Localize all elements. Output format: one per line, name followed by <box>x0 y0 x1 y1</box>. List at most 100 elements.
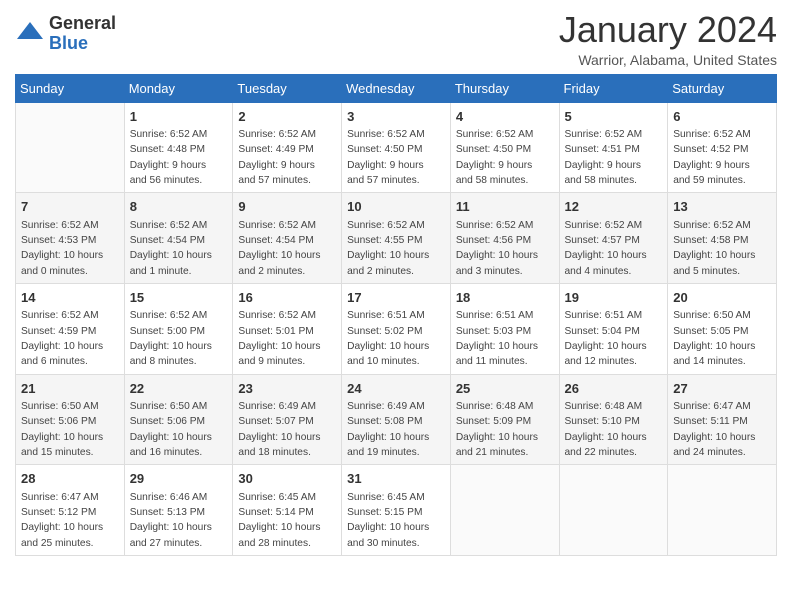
logo-blue: Blue <box>49 34 116 54</box>
day-info: Sunrise: 6:52 AMSunset: 5:01 PMDaylight:… <box>238 308 336 369</box>
day-number: 25 <box>456 379 554 399</box>
calendar-cell: 23Sunrise: 6:49 AMSunset: 5:07 PMDayligh… <box>233 374 342 465</box>
day-number: 24 <box>347 379 445 399</box>
header-monday: Monday <box>124 74 233 102</box>
day-info: Sunrise: 6:47 AMSunset: 5:12 PMDaylight:… <box>21 490 119 551</box>
calendar-cell: 30Sunrise: 6:45 AMSunset: 5:14 PMDayligh… <box>233 465 342 556</box>
day-info: Sunrise: 6:52 AMSunset: 4:55 PMDaylight:… <box>347 218 445 279</box>
calendar-cell <box>450 465 559 556</box>
day-info: Sunrise: 6:46 AMSunset: 5:13 PMDaylight:… <box>130 490 228 551</box>
page-header: General Blue January 2024 Warrior, Alaba… <box>15 10 777 68</box>
day-number: 10 <box>347 197 445 217</box>
week-row: 28Sunrise: 6:47 AMSunset: 5:12 PMDayligh… <box>16 465 777 556</box>
day-info: Sunrise: 6:52 AMSunset: 4:51 PMDaylight:… <box>565 127 663 188</box>
day-number: 6 <box>673 107 771 127</box>
day-info: Sunrise: 6:48 AMSunset: 5:09 PMDaylight:… <box>456 399 554 460</box>
day-number: 28 <box>21 469 119 489</box>
day-info: Sunrise: 6:45 AMSunset: 5:14 PMDaylight:… <box>238 490 336 551</box>
calendar-cell: 2Sunrise: 6:52 AMSunset: 4:49 PMDaylight… <box>233 102 342 193</box>
calendar-cell: 6Sunrise: 6:52 AMSunset: 4:52 PMDaylight… <box>668 102 777 193</box>
calendar-cell: 10Sunrise: 6:52 AMSunset: 4:55 PMDayligh… <box>342 193 451 284</box>
calendar-cell: 19Sunrise: 6:51 AMSunset: 5:04 PMDayligh… <box>559 283 668 374</box>
logo-general: General <box>49 14 116 34</box>
day-number: 31 <box>347 469 445 489</box>
day-info: Sunrise: 6:52 AMSunset: 4:50 PMDaylight:… <box>456 127 554 188</box>
header-friday: Friday <box>559 74 668 102</box>
day-number: 22 <box>130 379 228 399</box>
day-info: Sunrise: 6:51 AMSunset: 5:02 PMDaylight:… <box>347 308 445 369</box>
logo-icon <box>15 19 45 49</box>
calendar-cell: 18Sunrise: 6:51 AMSunset: 5:03 PMDayligh… <box>450 283 559 374</box>
day-info: Sunrise: 6:52 AMSunset: 5:00 PMDaylight:… <box>130 308 228 369</box>
calendar-cell <box>16 102 125 193</box>
day-number: 23 <box>238 379 336 399</box>
day-info: Sunrise: 6:50 AMSunset: 5:06 PMDaylight:… <box>21 399 119 460</box>
day-info: Sunrise: 6:52 AMSunset: 4:48 PMDaylight:… <box>130 127 228 188</box>
day-info: Sunrise: 6:52 AMSunset: 4:50 PMDaylight:… <box>347 127 445 188</box>
calendar-cell: 21Sunrise: 6:50 AMSunset: 5:06 PMDayligh… <box>16 374 125 465</box>
day-number: 14 <box>21 288 119 308</box>
day-number: 27 <box>673 379 771 399</box>
day-info: Sunrise: 6:52 AMSunset: 4:58 PMDaylight:… <box>673 218 771 279</box>
week-row: 1Sunrise: 6:52 AMSunset: 4:48 PMDaylight… <box>16 102 777 193</box>
week-row: 7Sunrise: 6:52 AMSunset: 4:53 PMDaylight… <box>16 193 777 284</box>
day-info: Sunrise: 6:45 AMSunset: 5:15 PMDaylight:… <box>347 490 445 551</box>
day-number: 16 <box>238 288 336 308</box>
day-info: Sunrise: 6:52 AMSunset: 4:54 PMDaylight:… <box>130 218 228 279</box>
day-info: Sunrise: 6:52 AMSunset: 4:52 PMDaylight:… <box>673 127 771 188</box>
day-number: 18 <box>456 288 554 308</box>
day-info: Sunrise: 6:51 AMSunset: 5:04 PMDaylight:… <box>565 308 663 369</box>
day-number: 3 <box>347 107 445 127</box>
day-info: Sunrise: 6:51 AMSunset: 5:03 PMDaylight:… <box>456 308 554 369</box>
day-info: Sunrise: 6:48 AMSunset: 5:10 PMDaylight:… <box>565 399 663 460</box>
month-title: January 2024 <box>559 10 777 50</box>
day-number: 2 <box>238 107 336 127</box>
calendar-cell: 14Sunrise: 6:52 AMSunset: 4:59 PMDayligh… <box>16 283 125 374</box>
calendar-cell: 29Sunrise: 6:46 AMSunset: 5:13 PMDayligh… <box>124 465 233 556</box>
header-tuesday: Tuesday <box>233 74 342 102</box>
logo: General Blue <box>15 14 116 54</box>
day-info: Sunrise: 6:50 AMSunset: 5:05 PMDaylight:… <box>673 308 771 369</box>
header-sunday: Sunday <box>16 74 125 102</box>
calendar-cell: 24Sunrise: 6:49 AMSunset: 5:08 PMDayligh… <box>342 374 451 465</box>
day-number: 7 <box>21 197 119 217</box>
day-info: Sunrise: 6:52 AMSunset: 4:49 PMDaylight:… <box>238 127 336 188</box>
day-number: 12 <box>565 197 663 217</box>
calendar-cell: 16Sunrise: 6:52 AMSunset: 5:01 PMDayligh… <box>233 283 342 374</box>
day-number: 21 <box>21 379 119 399</box>
day-number: 1 <box>130 107 228 127</box>
header-thursday: Thursday <box>450 74 559 102</box>
day-number: 11 <box>456 197 554 217</box>
header-wednesday: Wednesday <box>342 74 451 102</box>
day-number: 5 <box>565 107 663 127</box>
day-number: 8 <box>130 197 228 217</box>
logo-text: General Blue <box>49 14 116 54</box>
calendar-cell: 26Sunrise: 6:48 AMSunset: 5:10 PMDayligh… <box>559 374 668 465</box>
day-info: Sunrise: 6:47 AMSunset: 5:11 PMDaylight:… <box>673 399 771 460</box>
header-saturday: Saturday <box>668 74 777 102</box>
day-number: 17 <box>347 288 445 308</box>
calendar-cell: 17Sunrise: 6:51 AMSunset: 5:02 PMDayligh… <box>342 283 451 374</box>
week-row: 21Sunrise: 6:50 AMSunset: 5:06 PMDayligh… <box>16 374 777 465</box>
day-number: 13 <box>673 197 771 217</box>
calendar-cell: 28Sunrise: 6:47 AMSunset: 5:12 PMDayligh… <box>16 465 125 556</box>
calendar-cell: 25Sunrise: 6:48 AMSunset: 5:09 PMDayligh… <box>450 374 559 465</box>
calendar-cell <box>668 465 777 556</box>
day-info: Sunrise: 6:49 AMSunset: 5:07 PMDaylight:… <box>238 399 336 460</box>
calendar-cell: 3Sunrise: 6:52 AMSunset: 4:50 PMDaylight… <box>342 102 451 193</box>
calendar-header-row: SundayMondayTuesdayWednesdayThursdayFrid… <box>16 74 777 102</box>
day-info: Sunrise: 6:52 AMSunset: 4:54 PMDaylight:… <box>238 218 336 279</box>
day-info: Sunrise: 6:52 AMSunset: 4:59 PMDaylight:… <box>21 308 119 369</box>
calendar-cell: 1Sunrise: 6:52 AMSunset: 4:48 PMDaylight… <box>124 102 233 193</box>
calendar-cell: 8Sunrise: 6:52 AMSunset: 4:54 PMDaylight… <box>124 193 233 284</box>
day-number: 9 <box>238 197 336 217</box>
calendar-cell: 20Sunrise: 6:50 AMSunset: 5:05 PMDayligh… <box>668 283 777 374</box>
day-number: 30 <box>238 469 336 489</box>
location: Warrior, Alabama, United States <box>559 52 777 68</box>
title-section: January 2024 Warrior, Alabama, United St… <box>559 10 777 68</box>
day-number: 15 <box>130 288 228 308</box>
week-row: 14Sunrise: 6:52 AMSunset: 4:59 PMDayligh… <box>16 283 777 374</box>
day-info: Sunrise: 6:52 AMSunset: 4:56 PMDaylight:… <box>456 218 554 279</box>
day-info: Sunrise: 6:52 AMSunset: 4:53 PMDaylight:… <box>21 218 119 279</box>
day-info: Sunrise: 6:49 AMSunset: 5:08 PMDaylight:… <box>347 399 445 460</box>
